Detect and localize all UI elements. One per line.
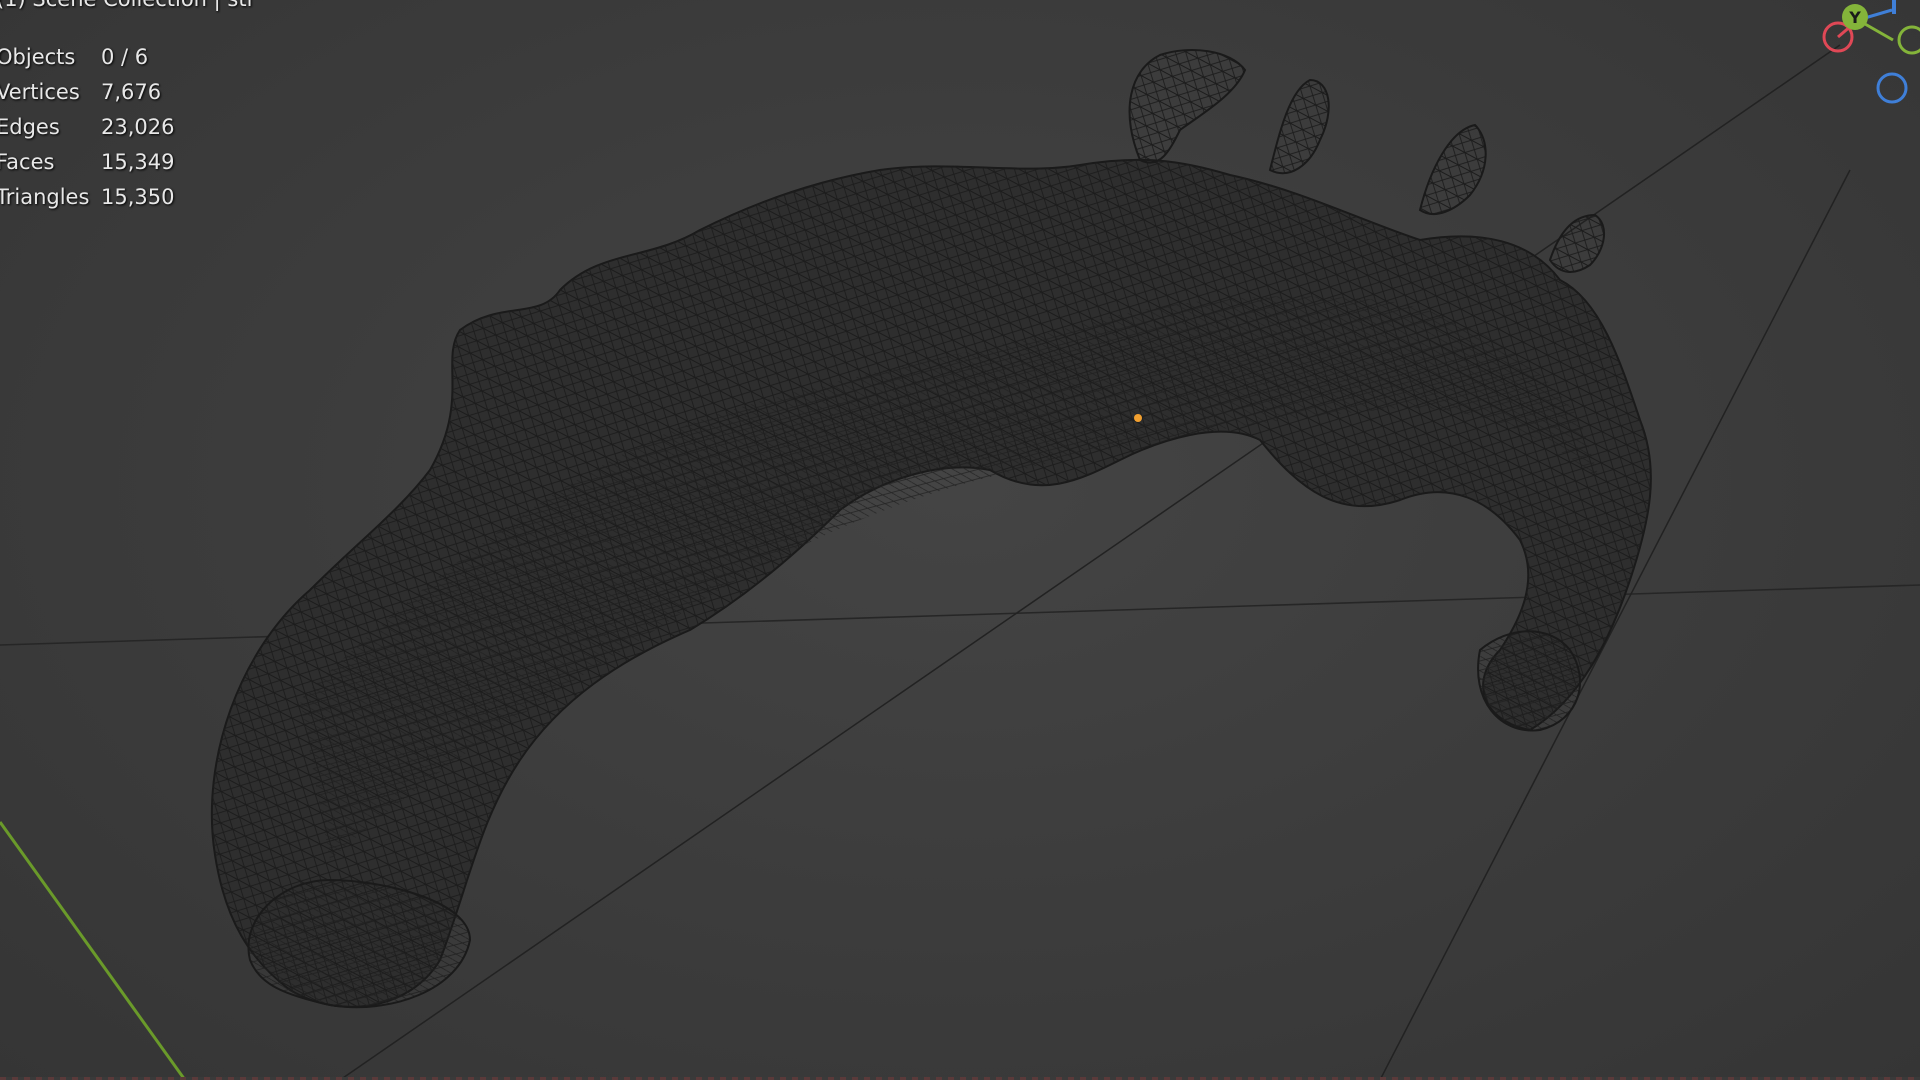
stat-value: 0 / 6 — [101, 45, 149, 69]
viewport-scene[interactable] — [0, 0, 1920, 1080]
stat-label: Triangles — [0, 185, 90, 209]
y-axis-line — [0, 821, 187, 1080]
leaf-ornament-1 — [1128, 49, 1247, 164]
scroll-curl-right — [1477, 630, 1581, 732]
stat-label: Objects — [0, 45, 76, 69]
stat-row-triangles: Triangles 15,350 — [0, 180, 221, 215]
stat-value: 15,350 — [101, 185, 175, 209]
stat-label: Faces — [0, 150, 55, 174]
viewport-header: (1) Scene Collection | stl — [0, 0, 252, 11]
stat-value: 23,026 — [101, 115, 175, 139]
stat-row-edges: Edges 23,026 — [0, 110, 221, 145]
leaf-ornament-4 — [1548, 213, 1606, 273]
stat-value: 7,676 — [101, 80, 162, 104]
y-axis-negative-icon[interactable] — [1897, 25, 1920, 55]
stat-row-faces: Faces 15,349 — [0, 145, 221, 180]
stat-label: Edges — [0, 115, 60, 139]
statistics-overlay: Objects 0 / 6 Vertices 7,676 Edges 23,02… — [0, 40, 221, 215]
navigation-gizmo[interactable]: Y — [1800, 0, 1920, 120]
stat-value: 15,349 — [101, 150, 175, 174]
stat-label: Vertices — [0, 80, 80, 104]
stat-row-objects: Objects 0 / 6 — [0, 40, 221, 75]
stat-row-vertices: Vertices 7,676 — [0, 75, 221, 110]
3d-viewport[interactable]: (1) Scene Collection | stl Objects 0 / 6… — [0, 0, 1920, 1080]
leaf-ornament-3 — [1418, 123, 1487, 215]
y-axis-label: Y — [1848, 8, 1861, 27]
z-axis-handle-icon[interactable] — [1892, 0, 1896, 14]
wireframe-mesh[interactable] — [210, 49, 1652, 1009]
object-origin-dot — [1134, 414, 1142, 422]
leaf-ornament-2 — [1268, 78, 1330, 175]
z-axis-negative-icon[interactable] — [1876, 72, 1908, 104]
